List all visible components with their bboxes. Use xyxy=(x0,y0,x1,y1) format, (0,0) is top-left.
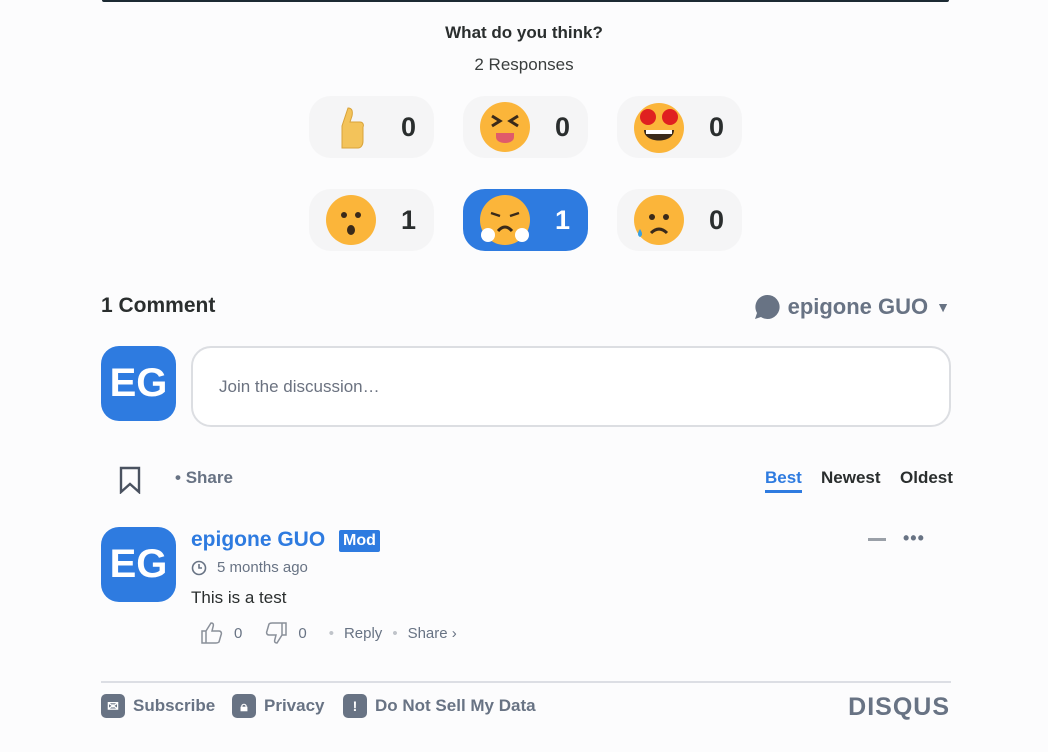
reaction-count: 0 xyxy=(708,111,724,142)
share-comment-button[interactable]: Share › xyxy=(408,625,457,642)
bookmark-icon[interactable] xyxy=(119,466,141,494)
reaction-count: 0 xyxy=(400,111,416,142)
time-label: 5 months ago xyxy=(217,559,308,576)
reaction-surprised[interactable]: 1 xyxy=(309,189,434,251)
comment-input[interactable]: Join the discussion… xyxy=(191,346,951,427)
upvote-icon[interactable] xyxy=(200,621,224,645)
sort-best[interactable]: Best xyxy=(765,468,802,493)
thumbs-up-icon xyxy=(341,107,364,149)
chevron-down-icon: ▼ xyxy=(936,299,950,315)
do-not-sell-link[interactable]: ! Do Not Sell My Data xyxy=(343,694,536,718)
divider xyxy=(101,681,951,683)
privacy-label: Privacy xyxy=(264,696,325,715)
downvote-icon[interactable] xyxy=(264,621,288,645)
comment-avatar[interactable]: EG xyxy=(101,527,176,602)
reaction-angry[interactable]: 1 xyxy=(463,189,588,251)
envelope-icon: ✉ xyxy=(101,694,125,718)
separator-dot: • xyxy=(328,624,334,642)
reaction-count: 1 xyxy=(400,204,416,235)
do-not-sell-label: Do Not Sell My Data xyxy=(375,696,536,715)
collapse-icon[interactable] xyxy=(868,538,886,541)
chat-bubble-icon xyxy=(754,294,780,319)
privacy-link[interactable]: 🔒︎ Privacy xyxy=(232,694,325,718)
separator-dot: • xyxy=(392,624,398,642)
share-thread-button[interactable]: • Share xyxy=(175,468,233,488)
more-options-icon[interactable]: ••• xyxy=(903,528,925,549)
share-label: Share xyxy=(185,468,233,487)
downvote-count: 0 xyxy=(298,624,307,642)
reactions-count: 2 Responses xyxy=(474,55,574,74)
angry-emoji-icon xyxy=(480,195,530,245)
sad-emoji-icon xyxy=(634,195,684,245)
disqus-logo[interactable]: DISQUS xyxy=(848,693,950,722)
comment-count: 1 Comment xyxy=(101,294,216,317)
heart-eyes-emoji-icon xyxy=(634,103,684,153)
exclamation-icon: ! xyxy=(343,694,367,718)
reply-button[interactable]: Reply xyxy=(344,625,382,642)
sort-newest[interactable]: Newest xyxy=(821,468,881,488)
lock-icon: 🔒︎ xyxy=(232,694,256,718)
comment-author[interactable]: epigone GUO xyxy=(191,528,325,552)
comment-timestamp[interactable]: 5 months ago xyxy=(191,559,308,576)
subscribe-link[interactable]: ✉ Subscribe xyxy=(101,694,215,718)
clock-icon xyxy=(191,560,207,575)
comment-text: This is a test xyxy=(191,588,287,607)
funny-emoji-icon xyxy=(480,102,530,152)
subscribe-label: Subscribe xyxy=(133,696,216,715)
reaction-count: 1 xyxy=(554,204,570,235)
mod-badge: Mod xyxy=(339,530,380,552)
reaction-funny[interactable]: 0 xyxy=(463,96,588,158)
top-border xyxy=(102,0,949,2)
user-name: epigone GUO xyxy=(787,294,929,319)
reaction-count: 0 xyxy=(708,204,724,235)
user-menu[interactable]: epigone GUO ▼ xyxy=(754,294,950,320)
reactions-title: What do you think? xyxy=(445,23,603,42)
upvote-count: 0 xyxy=(234,624,243,642)
reaction-upvote[interactable]: 0 xyxy=(309,96,434,158)
avatar: EG xyxy=(101,346,176,421)
reaction-count: 0 xyxy=(554,111,570,142)
reaction-love[interactable]: 0 xyxy=(617,96,742,158)
surprised-emoji-icon xyxy=(326,195,376,245)
reaction-sad[interactable]: 0 xyxy=(617,189,742,251)
sort-oldest[interactable]: Oldest xyxy=(900,468,953,488)
